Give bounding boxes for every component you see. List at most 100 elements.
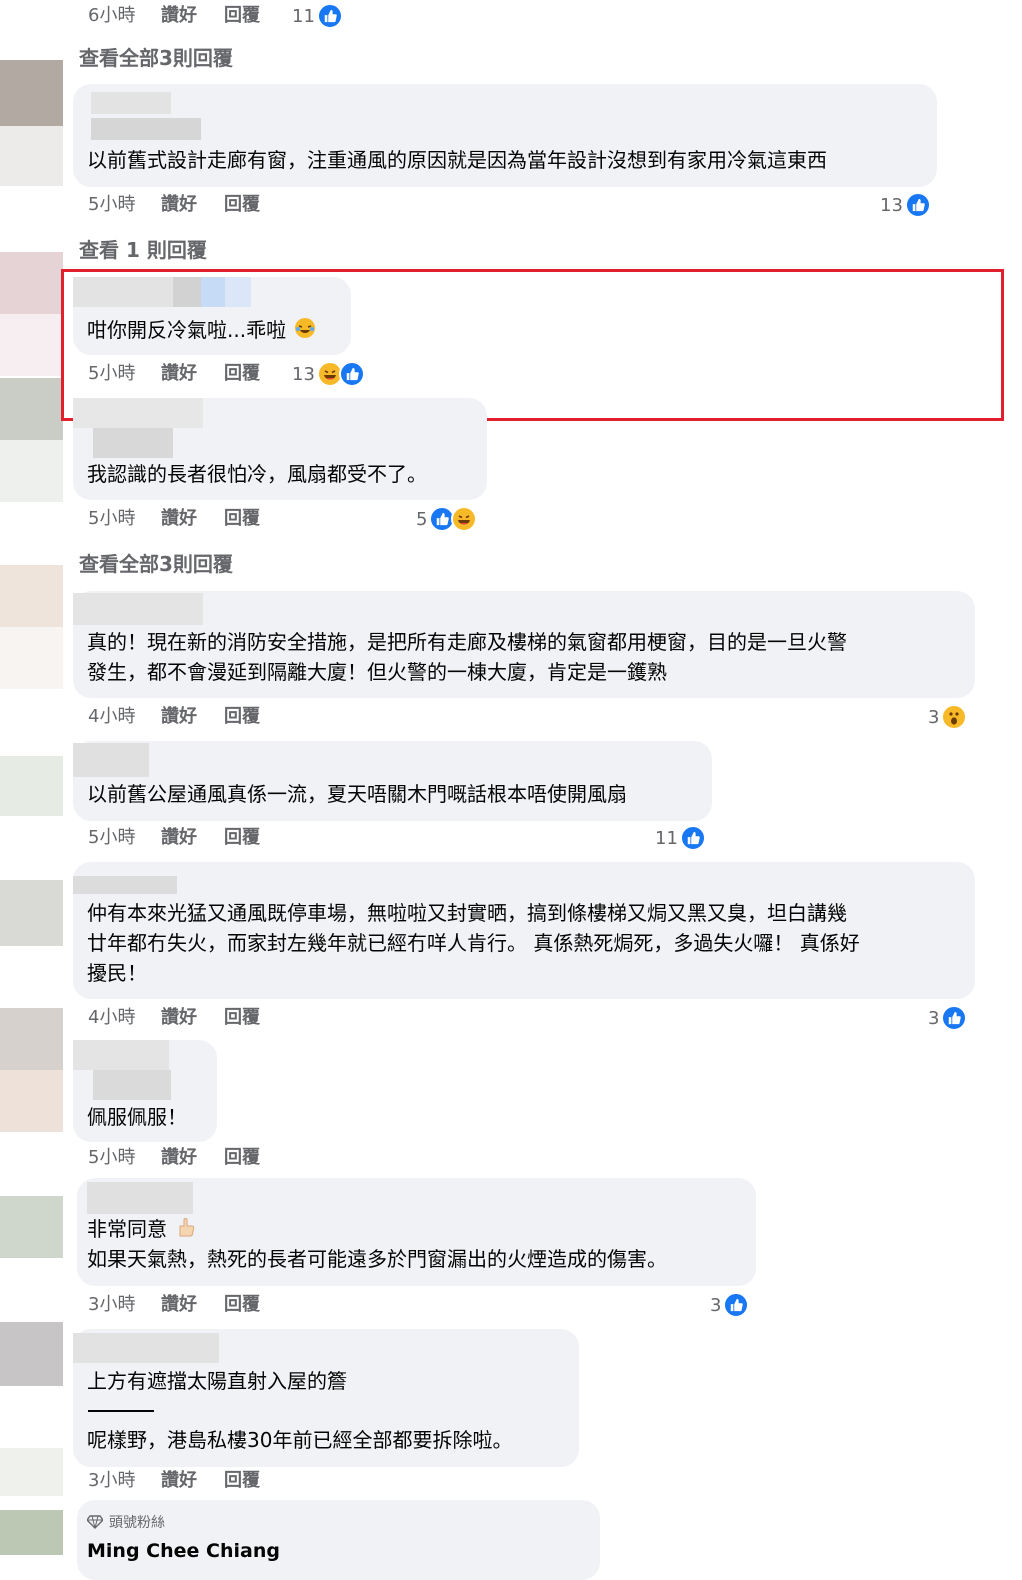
comment-bubble: 頭號粉絲 Ming Chee Chiang bbox=[77, 1500, 600, 1580]
reactions[interactable]: 3 bbox=[710, 1291, 750, 1319]
like-button[interactable]: 讚好 bbox=[161, 192, 197, 218]
comment-bubble: 真的！現在新的消防安全措施，是把所有走廊及樓梯的氣窗都用梗窗，目的是一旦火警 發… bbox=[73, 591, 975, 698]
comment-time[interactable]: 5小時 bbox=[88, 825, 135, 851]
view-replies-link[interactable]: 查看全部3則回覆 bbox=[79, 42, 233, 71]
comment-time[interactable]: 6小時 bbox=[88, 3, 135, 29]
comment-meta: 5小時 讚好 回覆 bbox=[88, 825, 388, 851]
reaction-count: 3 bbox=[928, 1007, 940, 1029]
comment-time[interactable]: 5小時 bbox=[88, 506, 135, 532]
avatar bbox=[0, 627, 63, 689]
like-icon bbox=[316, 3, 343, 29]
comment-text-line: 非常同意 bbox=[87, 1214, 197, 1246]
author-name-blurred[interactable] bbox=[73, 1040, 193, 1102]
like-icon bbox=[941, 1005, 968, 1031]
comment-meta: 4小時 讚好 回覆 bbox=[88, 704, 388, 730]
avatar bbox=[0, 314, 63, 376]
reactions[interactable]: 3 bbox=[928, 1004, 968, 1032]
reply-button[interactable]: 回覆 bbox=[224, 825, 260, 851]
comment-time[interactable]: 4小時 bbox=[88, 1005, 135, 1031]
reply-button[interactable]: 回覆 bbox=[224, 1005, 260, 1031]
avatar bbox=[0, 1196, 63, 1258]
like-button[interactable]: 讚好 bbox=[161, 1005, 197, 1031]
reaction-count: 5 bbox=[416, 508, 428, 530]
reactions[interactable]: 11 bbox=[655, 824, 706, 852]
comment-time[interactable]: 4小時 bbox=[88, 704, 135, 730]
comment-bubble: 以前舊公屋通風真係一流，夏天唔關木門嘅話根本唔使開風扇 bbox=[73, 741, 712, 821]
laugh-icon bbox=[451, 506, 478, 532]
author-name-blurred[interactable] bbox=[73, 741, 153, 777]
comment-bubble: 非常同意 如果天氣熱，熱死的長者可能遠多於門窗漏出的火煙造成的傷害。 bbox=[77, 1178, 756, 1286]
avatar bbox=[0, 126, 63, 186]
top-fan-diamond-icon bbox=[87, 1515, 103, 1529]
reaction-count: 11 bbox=[292, 5, 315, 27]
reply-button[interactable]: 回覆 bbox=[224, 704, 260, 730]
reaction-count: 3 bbox=[928, 706, 940, 728]
comment-time[interactable]: 5小時 bbox=[88, 192, 135, 218]
avatar bbox=[0, 1322, 63, 1386]
comment-time[interactable]: 3小時 bbox=[88, 1468, 135, 1494]
avatar bbox=[0, 880, 63, 946]
comment-text-line: 呢樣野，港島私樓30年前已經全部都要拆除啦。 bbox=[87, 1428, 513, 1452]
view-replies-link[interactable]: 查看 1 則回覆 bbox=[79, 234, 207, 263]
like-icon bbox=[723, 1292, 750, 1318]
like-button[interactable]: 讚好 bbox=[161, 3, 197, 29]
reactions[interactable]: 5 bbox=[416, 505, 478, 533]
avatar bbox=[0, 378, 63, 440]
comment-bubble: 以前舊式設計走廊有窗，注重通風的原因就是因為當年設計沒想到有家用冷氣這東西 bbox=[73, 84, 937, 187]
comment-text: 以前舊公屋通風真係一流，夏天唔關木門嘅話根本唔使開風扇 bbox=[87, 782, 627, 806]
reply-button[interactable]: 回覆 bbox=[224, 1145, 260, 1171]
reactions[interactable]: 3 bbox=[928, 703, 968, 731]
comment-text-line: 發生，都不會漫延到隔離大廈！但火警的一棟大廈，肯定是一鑊熟 bbox=[87, 660, 667, 684]
view-replies-link[interactable]: 查看全部3則回覆 bbox=[79, 548, 233, 577]
reply-button[interactable]: 回覆 bbox=[224, 506, 260, 532]
reply-button[interactable]: 回覆 bbox=[224, 1292, 260, 1318]
top-fan-badge: 頭號粉絲 bbox=[87, 1512, 165, 1532]
author-name-blurred[interactable] bbox=[73, 398, 213, 460]
comment-text-line: 廿年都冇失火，而家封左幾年就已經冇咩人肯行。 真係熱死焗死，多過失火囉！ 真係好 bbox=[87, 931, 860, 955]
like-icon bbox=[679, 825, 706, 851]
like-button[interactable]: 讚好 bbox=[161, 1468, 197, 1494]
reaction-count: 11 bbox=[655, 827, 678, 849]
comment-text-line: 真的！現在新的消防安全措施，是把所有走廊及樓梯的氣窗都用梗窗，目的是一旦火警 bbox=[87, 630, 847, 654]
like-button[interactable]: 讚好 bbox=[161, 1145, 197, 1171]
reply-button[interactable]: 回覆 bbox=[224, 3, 260, 29]
reactions[interactable]: 13 bbox=[880, 191, 931, 219]
reaction-count: 3 bbox=[710, 1294, 722, 1316]
avatar bbox=[0, 1510, 63, 1555]
avatar bbox=[0, 565, 63, 627]
comment-text: 我認識的長者很怕冷，風扇都受不了。 bbox=[87, 462, 427, 486]
comment-time[interactable]: 5小時 bbox=[88, 1145, 135, 1171]
avatar bbox=[0, 440, 63, 502]
comment-meta: 5小時 讚好 回覆 bbox=[88, 1145, 388, 1171]
comment-bubble: 上方有遮擋太陽直射入屋的簷 呢樣野，港島私樓30年前已經全部都要拆除啦。 bbox=[73, 1329, 579, 1467]
comment-text: 以前舊式設計走廊有窗，注重通風的原因就是因為當年設計沒想到有家用冷氣這東西 bbox=[87, 148, 827, 172]
comment-meta: 5小時 讚好 回覆 bbox=[88, 506, 388, 532]
comment-text-line: 上方有遮擋太陽直射入屋的簷 bbox=[87, 1369, 347, 1393]
comment-meta: 3小時 讚好 回覆 bbox=[88, 1468, 388, 1494]
comment-time[interactable]: 3小時 bbox=[88, 1292, 135, 1318]
comment-meta: 4小時 讚好 回覆 bbox=[88, 1005, 388, 1031]
avatar bbox=[0, 1070, 63, 1132]
like-button[interactable]: 讚好 bbox=[161, 506, 197, 532]
comment-bubble: 仲有本來光猛又通風既停車場，無啦啦又封實晒，搞到條樓梯又焗又黑又臭，坦白講幾 廿… bbox=[73, 862, 975, 999]
author-name[interactable]: Ming Chee Chiang bbox=[87, 1536, 280, 1566]
author-name-blurred[interactable] bbox=[73, 591, 213, 627]
author-name-blurred[interactable] bbox=[87, 1182, 197, 1214]
avatar bbox=[0, 756, 63, 816]
comment-bubble: 佩服佩服！ bbox=[73, 1040, 217, 1142]
like-button[interactable]: 讚好 bbox=[161, 825, 197, 851]
author-name-blurred[interactable] bbox=[73, 876, 183, 896]
reaction-count: 13 bbox=[880, 194, 903, 216]
avatar bbox=[0, 252, 63, 314]
reply-button[interactable]: 回覆 bbox=[224, 1468, 260, 1494]
text-divider bbox=[88, 1410, 154, 1412]
comment-text-line: 如果天氣熱，熱死的長者可能遠多於門窗漏出的火煙造成的傷害。 bbox=[87, 1247, 667, 1271]
comment-meta: 6小時 讚好 回覆 bbox=[88, 3, 388, 29]
like-button[interactable]: 讚好 bbox=[161, 704, 197, 730]
thumbs-up-hand-icon bbox=[175, 1216, 197, 1246]
author-name-blurred[interactable] bbox=[91, 92, 201, 142]
like-button[interactable]: 讚好 bbox=[161, 1292, 197, 1318]
reactions[interactable]: 11 bbox=[292, 2, 343, 30]
author-name-blurred[interactable] bbox=[73, 1329, 223, 1365]
reply-button[interactable]: 回覆 bbox=[224, 192, 260, 218]
